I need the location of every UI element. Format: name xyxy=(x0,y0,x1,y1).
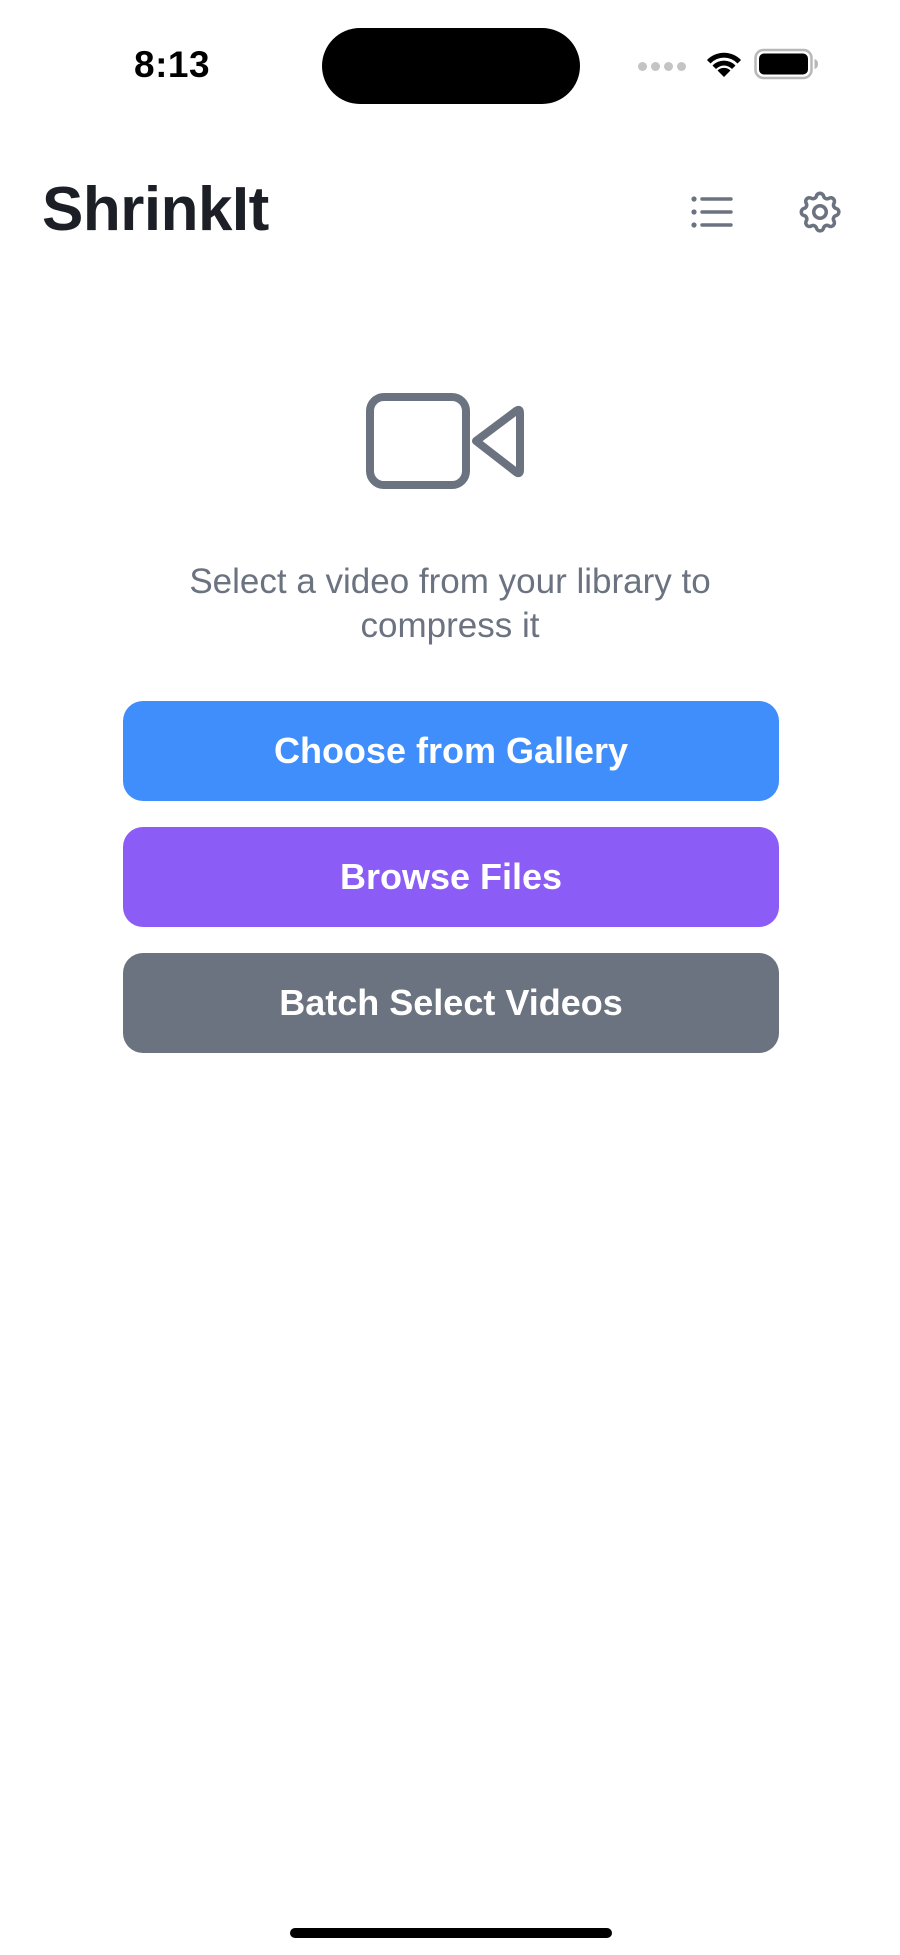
empty-state-prompt: Select a video from your library to comp… xyxy=(189,562,711,645)
cellular-signal-icon xyxy=(638,61,686,71)
home-indicator[interactable] xyxy=(290,1928,612,1938)
settings-button[interactable] xyxy=(790,182,850,242)
app-header: ShrinkIt xyxy=(0,160,900,260)
wifi-icon xyxy=(704,49,744,84)
list-icon xyxy=(691,196,733,228)
dynamic-island xyxy=(322,28,580,104)
status-time: 8:13 xyxy=(134,44,211,85)
status-bar: 8:13 xyxy=(0,0,900,130)
gear-icon xyxy=(799,191,841,233)
batch-select-videos-button[interactable]: Batch Select Videos xyxy=(123,953,779,1053)
video-camera-icon xyxy=(366,392,526,492)
status-indicators xyxy=(638,48,820,84)
choose-from-gallery-button[interactable]: Choose from Gallery xyxy=(123,701,779,801)
history-button[interactable] xyxy=(682,182,742,242)
browse-files-button[interactable]: Browse Files xyxy=(123,827,779,927)
battery-icon xyxy=(754,48,820,85)
app-title: ShrinkIt xyxy=(42,175,269,244)
